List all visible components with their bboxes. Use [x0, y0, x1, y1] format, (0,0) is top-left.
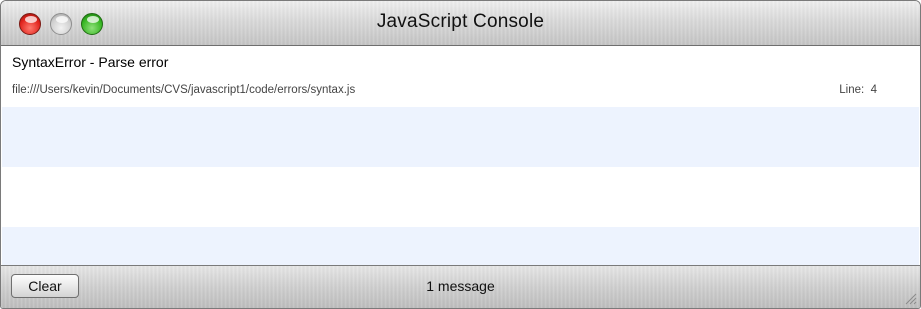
message-text: SyntaxError - Parse error [12, 54, 169, 70]
empty-row [2, 167, 919, 227]
message-file-url[interactable]: file:///Users/kevin/Documents/CVS/javasc… [12, 84, 355, 96]
empty-row [2, 227, 919, 266]
console-window: JavaScript Console SyntaxError - Parse e… [0, 0, 921, 309]
empty-row [2, 107, 919, 167]
title-bar[interactable]: JavaScript Console [1, 1, 920, 46]
resize-grip-icon[interactable] [903, 291, 917, 305]
status-bar: Clear 1 message [1, 265, 920, 308]
message-count: 1 message [426, 278, 495, 294]
message-row[interactable]: SyntaxError - Parse error file:///Users/… [2, 46, 919, 107]
message-list[interactable]: SyntaxError - Parse error file:///Users/… [2, 46, 919, 266]
window-title: JavaScript Console [376, 11, 545, 32]
message-line-number: Line: 4 [839, 84, 877, 96]
